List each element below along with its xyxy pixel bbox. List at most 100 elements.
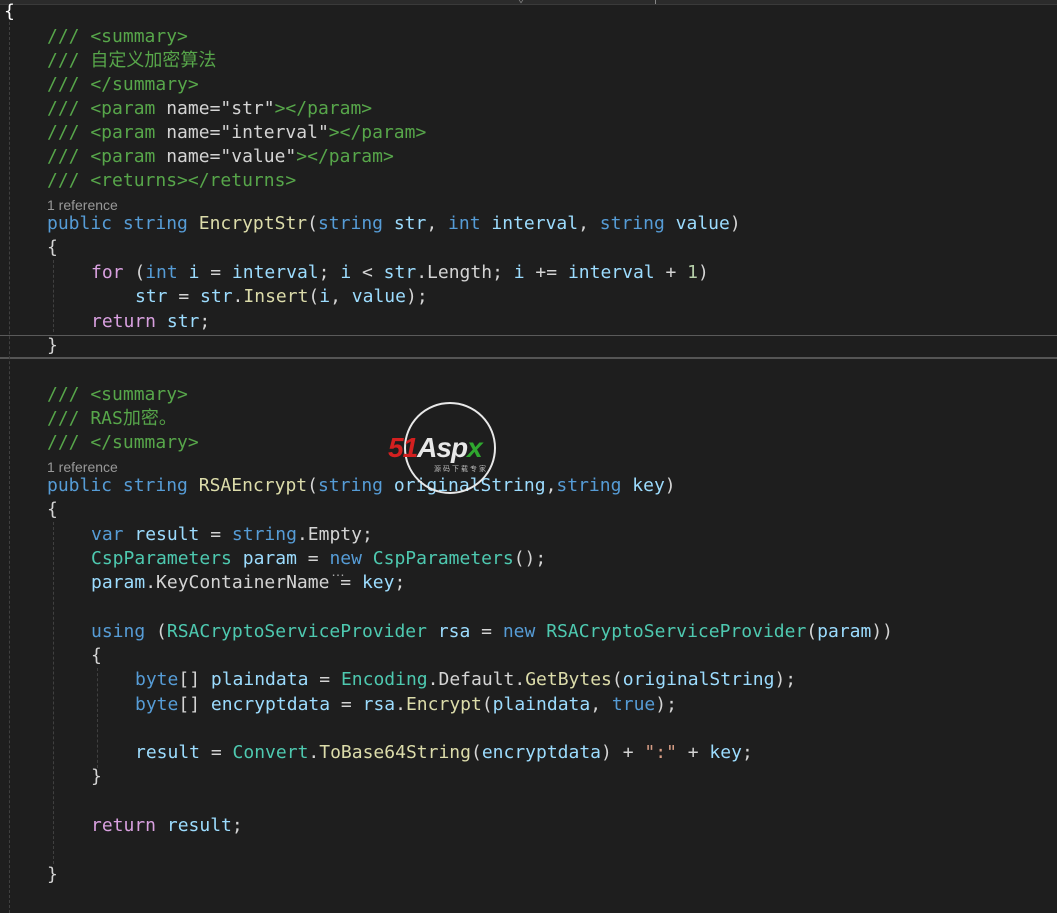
param-type: string — [556, 475, 622, 496]
punctuation: [] — [178, 669, 211, 690]
variable: i — [513, 262, 525, 283]
code-line[interactable]: byte[] plaindata = Encoding.Default.GetB… — [135, 668, 796, 692]
property: Empty — [307, 524, 362, 545]
variable: key — [361, 572, 395, 593]
doc-comment-line[interactable]: /// <param name="value"></param> — [47, 145, 394, 169]
operator: + — [654, 262, 688, 283]
string-literal: ":" — [644, 742, 677, 763]
code-line[interactable]: { — [91, 644, 102, 668]
punctuation: . — [145, 572, 157, 593]
code-line[interactable]: } — [91, 765, 102, 789]
punctuation: )) — [871, 621, 894, 642]
close-brace: } — [91, 766, 102, 787]
doc-comment-line[interactable]: /// <summary> — [47, 25, 188, 49]
operator: = — [470, 621, 503, 642]
punctuation: . — [427, 669, 439, 690]
keyword-string: string — [122, 475, 188, 496]
open-brace: { — [91, 645, 102, 666]
code-line[interactable]: result = Convert.ToBase64String(encryptd… — [135, 741, 753, 765]
method-call: Encrypt — [405, 694, 482, 715]
type-name: RSACryptoServiceProvider — [166, 621, 427, 642]
punctuation: ( — [307, 213, 318, 234]
code-line[interactable]: { — [47, 498, 58, 522]
variable: str — [383, 262, 417, 283]
punctuation: ( — [481, 694, 493, 715]
code-line[interactable]: byte[] encryptdata = rsa.Encrypt(plainda… — [135, 693, 677, 717]
comment-attr-value: "value" — [220, 146, 297, 167]
punctuation: ); — [405, 286, 428, 307]
punctuation: ; — [361, 524, 373, 545]
comment-attr-value: "interval" — [220, 122, 329, 143]
code-line[interactable]: return result; — [91, 814, 243, 838]
watermark-asp: Asp — [417, 432, 468, 463]
operator: = — [296, 548, 330, 569]
keyword-return: return — [91, 815, 157, 836]
method-name: EncryptStr — [198, 213, 308, 234]
doc-comment-line[interactable]: /// RAS加密。 — [47, 407, 177, 431]
close-brace: } — [47, 335, 58, 356]
variable: key — [709, 742, 742, 763]
variable: result — [166, 815, 232, 836]
keyword-byte: byte — [135, 669, 179, 690]
comment-text: /// <summary> — [47, 26, 188, 47]
keyword-for: for — [91, 262, 124, 283]
keyword-int: int — [145, 262, 178, 283]
doc-comment-line[interactable]: /// <param name="str"></param> — [47, 97, 372, 121]
code-line[interactable]: for (int i = interval; i < str.Length; i… — [91, 261, 709, 285]
punctuation: , — [545, 475, 557, 496]
operator: = — [330, 694, 363, 715]
punctuation: ; — [492, 262, 514, 283]
punctuation: , — [330, 286, 352, 307]
code-line[interactable]: str = str.Insert(i, value); — [135, 285, 428, 309]
doc-comment-line[interactable]: /// <param name="interval"></param> — [47, 121, 426, 145]
watermark-number: 51 — [388, 432, 418, 463]
type-name: CspParameters — [372, 548, 514, 569]
code-line[interactable]: { — [47, 236, 58, 260]
punctuation: ) — [664, 475, 676, 496]
operator: = — [329, 572, 362, 593]
namespace-open-brace: { — [4, 1, 15, 22]
doc-comment-line[interactable]: /// <summary> — [47, 383, 188, 407]
method-call: GetBytes — [525, 669, 612, 690]
method-separator — [0, 335, 1057, 336]
doc-comment-line[interactable]: /// </summary> — [47, 73, 199, 97]
comment-text: /// <param — [47, 98, 167, 119]
code-line[interactable]: { — [4, 0, 15, 24]
punctuation: . — [395, 694, 406, 715]
code-line[interactable]: return str; — [91, 310, 210, 334]
variable: interval — [231, 262, 319, 283]
code-line[interactable]: CspParameters param = new CspParameters(… — [91, 547, 546, 571]
variable: plaindata — [492, 694, 591, 715]
punctuation: ) — [698, 262, 709, 283]
code-line[interactable]: } — [47, 334, 58, 358]
method-signature-line[interactable]: public string RSAEncrypt(string original… — [47, 474, 676, 498]
doc-comment-line[interactable]: /// </summary> — [47, 431, 199, 455]
code-editor[interactable]: ⌄ { /// <summary> /// 自定义加密算法 /// </summ… — [0, 0, 1057, 913]
doc-comment-line[interactable]: /// 自定义加密算法 — [47, 49, 216, 73]
open-brace: { — [47, 499, 58, 520]
scroll-marker-icon: ⌄ — [518, 0, 524, 5]
doc-comment-line[interactable]: /// <returns></returns> — [47, 169, 296, 193]
property: KeyContainerName — [156, 572, 330, 593]
property: Length — [427, 262, 493, 283]
comment-attr: name= — [166, 98, 221, 119]
param-name: interval — [491, 213, 579, 234]
comment-text: /// <summary> — [47, 384, 188, 405]
comment-text: /// <param — [47, 122, 167, 143]
variable: str — [135, 286, 168, 307]
watermark-text: 51Aspx — [388, 432, 483, 464]
code-line[interactable]: param.KeyContainerName = key; — [91, 571, 405, 595]
punctuation: (); — [513, 548, 547, 569]
operator: = — [308, 669, 341, 690]
indent-guide — [53, 260, 54, 332]
variable: plaindata — [210, 669, 309, 690]
comment-attr: name= — [166, 146, 221, 167]
code-line[interactable]: } — [47, 863, 58, 887]
comment-text: ></param> — [274, 98, 373, 119]
type-name: Encoding — [340, 669, 428, 690]
method-signature-line[interactable]: public string EncryptStr(string str, int… — [47, 212, 741, 236]
code-line[interactable]: var result = string.Empty; — [91, 523, 373, 547]
comment-text: /// </summary> — [47, 74, 199, 95]
punctuation: . — [416, 262, 428, 283]
code-line[interactable]: using (RSACryptoServiceProvider rsa = ne… — [91, 620, 893, 644]
